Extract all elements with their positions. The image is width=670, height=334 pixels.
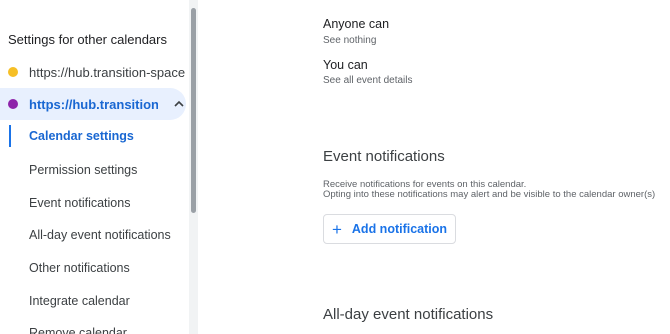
sidebar-item-label: Calendar settings [29, 129, 134, 143]
add-notification-button[interactable]: + Add notification [323, 214, 456, 244]
sidebar-heading: Settings for other calendars [8, 32, 167, 47]
sidebar-item-other-notifications[interactable]: Other notifications [0, 253, 186, 283]
sidebar-calendar-item-2[interactable]: https://hub.transition-... [0, 88, 186, 120]
settings-main: Anyone can See nothing You can See all e… [198, 0, 670, 334]
sidebar-item-label: Other notifications [29, 261, 130, 275]
plus-icon: + [331, 219, 342, 239]
anyone-can-title: Anyone can [323, 17, 390, 31]
sidebar-item-label: Event notifications [29, 196, 131, 210]
calendar-color-dot [8, 67, 18, 77]
calendar-color-dot [8, 99, 18, 109]
sidebar-item-remove-calendar[interactable]: Remove calendar [0, 318, 186, 334]
sidebar-item-label: Permission settings [29, 163, 138, 177]
sidebar-scrollbar-thumb[interactable] [191, 8, 196, 213]
sidebar-item-calendar-settings[interactable]: Calendar settings [0, 121, 186, 151]
sidebar-item-label: Integrate calendar [29, 294, 130, 308]
sidebar-calendar-item-1[interactable]: https://hub.transition-space.... [0, 56, 186, 88]
sidebar-item-label: All-day event notifications [29, 228, 171, 242]
sidebar-item-integrate-calendar[interactable]: Integrate calendar [0, 286, 186, 316]
anyone-can-value: See nothing [323, 35, 377, 46]
event-notifications-heading: Event notifications [323, 148, 445, 165]
event-notifications-description: Receive notifications for events on this… [323, 180, 655, 200]
description-line: Opting into these notifications may aler… [323, 189, 656, 200]
active-indicator [9, 125, 11, 147]
sidebar-item-event-notifications[interactable]: Event notifications [0, 188, 186, 218]
you-can-value: See all event details [323, 75, 413, 86]
all-day-notifications-heading: All-day event notifications [323, 306, 494, 323]
sidebar-item-permission-settings[interactable]: Permission settings [0, 155, 186, 185]
calendar-label: https://hub.transition-... [29, 96, 158, 112]
sidebar-item-all-day-notifications[interactable]: All-day event notifications [0, 220, 186, 250]
settings-sidebar: Settings for other calendars https://hub… [0, 0, 192, 334]
add-notification-label: Add notification [351, 222, 448, 236]
chevron-up-icon[interactable] [172, 97, 186, 111]
calendar-label: https://hub.transition-space.... [29, 64, 186, 80]
sidebar-item-label: Remove calendar [29, 326, 127, 334]
you-can-title: You can [323, 58, 368, 72]
